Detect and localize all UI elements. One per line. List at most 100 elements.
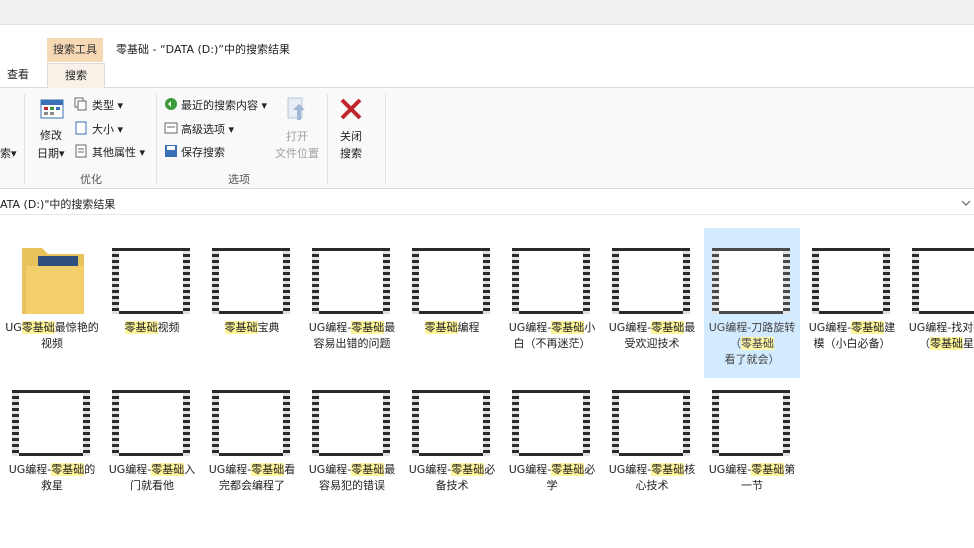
video-frame — [819, 251, 883, 311]
search-match-highlight: 零基础 — [251, 463, 285, 476]
window-title: 零基础 - “DATA (D:)”中的搜索结果 — [116, 43, 290, 56]
video-frame — [419, 251, 483, 311]
video-file-item[interactable]: UG编程-零基础必备技术 — [404, 370, 500, 520]
search-match-highlight: 零基础 — [224, 321, 258, 334]
tab-search[interactable]: 搜索 — [47, 63, 105, 89]
video-file-item[interactable]: 零基础视频 — [104, 228, 200, 378]
file-name-label: 零基础宝典 — [204, 320, 300, 336]
recent-searches-button[interactable]: 最近的搜索内容 ▾ — [181, 97, 267, 113]
video-frame — [319, 393, 383, 453]
film-strip-edge — [312, 390, 319, 456]
film-strip-edge — [612, 390, 619, 456]
film-strip-edge — [83, 390, 90, 456]
properties-icon — [75, 144, 87, 158]
folder-item[interactable]: UG零基础最惊艳的视频 — [4, 228, 100, 378]
file-name-prefix: UG编程- — [608, 463, 652, 476]
video-file-item[interactable]: UG编程-零基础小白（不再迷茫） — [504, 228, 600, 378]
video-file-item[interactable]: UG编程-零基础第一节 — [704, 370, 800, 520]
video-file-item[interactable]: UG编程-零基础最容易出错的问题 — [304, 228, 400, 378]
file-name-suffix: 宝典 — [257, 321, 280, 334]
modify-date-label-2[interactable]: 日期▾ — [37, 145, 65, 161]
video-thumbnail — [412, 248, 490, 314]
video-thumbnail — [912, 248, 974, 314]
video-frame — [719, 251, 783, 311]
open-location-label-2[interactable]: 文件位置 — [275, 145, 319, 161]
options-group-label: 选项 — [228, 173, 250, 186]
top-strip — [0, 0, 974, 25]
close-search-label-1[interactable]: 关闭 — [340, 128, 362, 144]
video-file-item[interactable]: UG编程-零基础核心技术 — [604, 370, 700, 520]
open-folder-location-icon — [287, 97, 305, 120]
film-strip-edge — [12, 390, 19, 456]
film-strip-edge — [212, 248, 219, 314]
file-name-prefix: UG编程- — [108, 463, 152, 476]
file-name-prefix: UG — [5, 321, 22, 334]
ribbon-cut-off-item[interactable]: 索▾ — [0, 145, 17, 161]
video-file-item[interactable]: 零基础宝典 — [204, 228, 300, 378]
context-tab-search-tools[interactable]: 搜索工具 — [47, 38, 103, 62]
film-strip-edge — [383, 248, 390, 314]
video-thumbnail — [112, 248, 190, 314]
file-name-suffix: 编程 — [457, 321, 480, 334]
video-thumbnail — [212, 248, 290, 314]
search-match-highlight: 零基础 — [651, 321, 685, 334]
film-strip-edge — [783, 390, 790, 456]
film-strip-edge — [512, 248, 519, 314]
file-name-prefix: UG编程- — [408, 463, 452, 476]
other-properties-button[interactable]: 其他属性 ▾ — [92, 144, 145, 160]
film-strip-edge — [412, 390, 419, 456]
file-name-label: UG编程-零基础看完都会编程了 — [204, 462, 300, 494]
video-file-item[interactable]: UG编程-找对破面（零基础星） — [904, 228, 974, 378]
file-name-label: 零基础视频 — [104, 320, 200, 336]
breadcrumb[interactable]: ATA (D:)"中的搜索结果 — [0, 196, 115, 212]
video-file-item[interactable]: UG编程-零基础最容易犯的错误 — [304, 370, 400, 520]
advanced-options-button[interactable]: 高级选项 ▾ — [181, 121, 234, 137]
video-file-item[interactable]: UG编程-零基础的救星 — [4, 370, 100, 520]
film-strip-edge — [483, 248, 490, 314]
file-name-label: UG编程-零基础必备技术 — [404, 462, 500, 494]
video-file-item[interactable]: 零基础编程 — [404, 228, 500, 378]
video-thumbnail — [512, 248, 590, 314]
search-match-highlight: 零基础 — [930, 337, 963, 350]
chevron-down-icon[interactable] — [961, 199, 971, 207]
video-file-item[interactable]: UG编程-零基础必学 — [504, 370, 600, 520]
search-match-highlight: 零基础 — [851, 321, 885, 334]
video-file-item[interactable]: UG编程-零基础入门就看他 — [104, 370, 200, 520]
search-match-highlight: 零基础 — [741, 337, 774, 350]
video-thumbnail — [512, 390, 590, 456]
close-icon — [340, 98, 362, 120]
size-button[interactable]: 大小 ▾ — [92, 121, 123, 137]
video-frame — [519, 251, 583, 311]
file-name-label: UG编程-零基础最受欢迎技术 — [604, 320, 700, 352]
modify-date-label-1[interactable]: 修改 — [40, 127, 62, 143]
film-strip-edge — [112, 248, 119, 314]
video-frame — [219, 393, 283, 453]
file-name-suffix: 视频 — [157, 321, 180, 334]
video-file-item[interactable]: UG编程-零基础建模（小白必备） — [804, 228, 900, 378]
ribbon-tab-row — [0, 63, 974, 88]
film-strip-edge — [783, 248, 790, 314]
video-file-item[interactable]: UG编程-零基础最受欢迎技术 — [604, 228, 700, 378]
video-thumbnail — [312, 248, 390, 314]
video-thumbnail — [612, 390, 690, 456]
film-strip-edge — [383, 390, 390, 456]
search-match-highlight: 零基础 — [51, 463, 85, 476]
save-search-button[interactable]: 保存搜索 — [181, 144, 225, 160]
search-match-highlight: 零基础 — [124, 321, 158, 334]
film-strip-edge — [712, 248, 719, 314]
video-file-item[interactable]: UG编程-零基础看完都会编程了 — [204, 370, 300, 520]
type-icon — [74, 97, 87, 111]
address-bar[interactable] — [0, 193, 974, 215]
close-search-label-2[interactable]: 搜索 — [340, 145, 362, 161]
tab-view[interactable]: 查看 — [0, 63, 36, 87]
video-thumbnail — [412, 390, 490, 456]
video-file-item[interactable]: UG编程-刀路旋转（零基础看了就会） — [704, 228, 800, 378]
film-strip-edge — [712, 390, 719, 456]
file-name-label: UG编程-零基础核心技术 — [604, 462, 700, 494]
file-name-label: UG编程-零基础必学 — [504, 462, 600, 494]
open-location-label-1[interactable]: 打开 — [286, 128, 308, 144]
video-thumbnail — [812, 248, 890, 314]
film-strip-edge — [583, 390, 590, 456]
file-name-prefix: UG编程- — [508, 321, 552, 334]
type-button[interactable]: 类型 ▾ — [92, 97, 123, 113]
